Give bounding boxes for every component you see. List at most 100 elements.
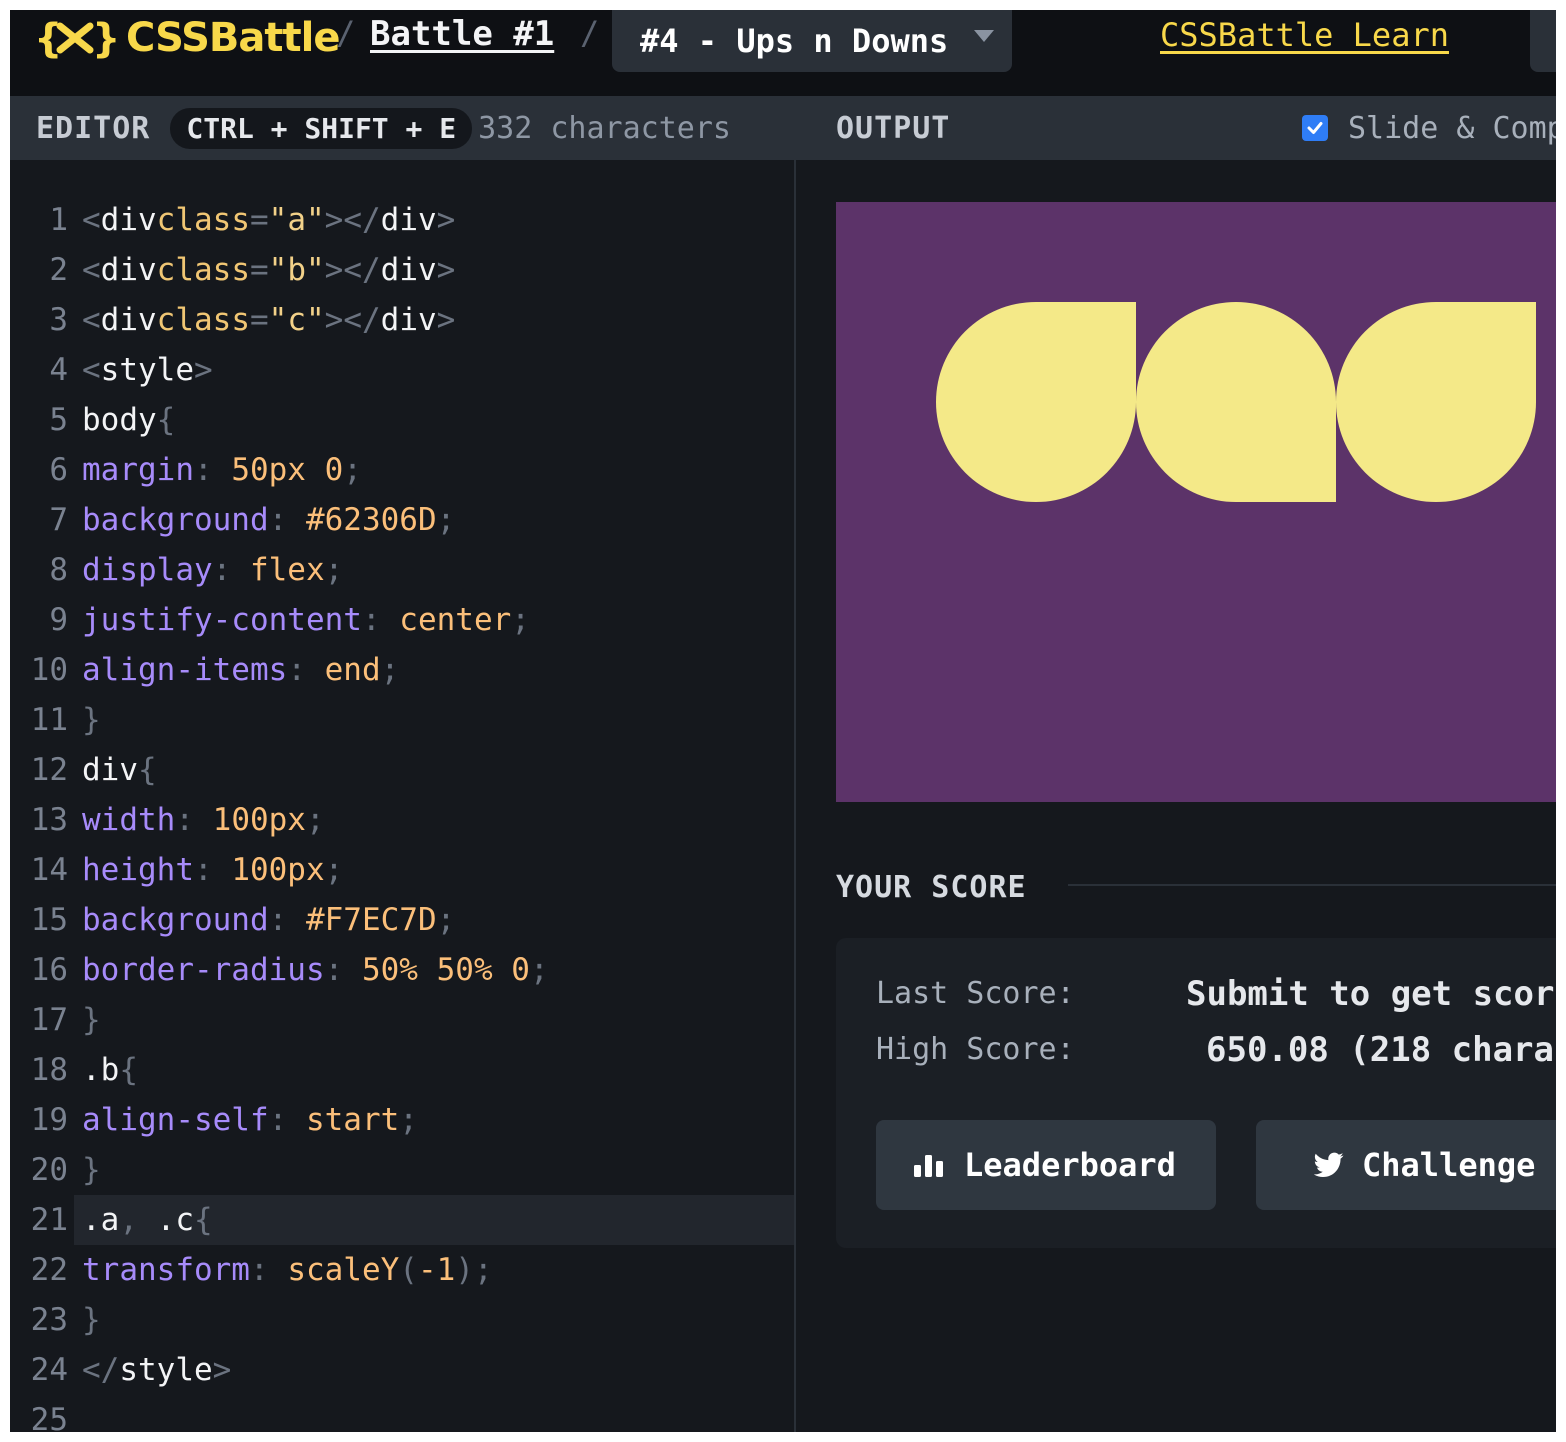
code-line[interactable]: 12 div {: [10, 745, 794, 795]
learn-link[interactable]: CSSBattle Learn: [1160, 16, 1449, 54]
output-shape-c: [1336, 302, 1536, 502]
checkmark-icon: [1307, 122, 1323, 134]
line-code: display: flex;: [82, 552, 344, 588]
line-number: 9: [49, 602, 68, 638]
bar-chart-icon: [914, 1155, 943, 1177]
line-code: align-self: start;: [82, 1102, 418, 1138]
line-code: </style >: [82, 1352, 232, 1388]
top-bar: { } CSSBattle / Battle #1 / #4 - Ups n D…: [10, 10, 1556, 96]
last-score-label: Last Score:: [876, 976, 1075, 1011]
score-card: Last Score: Submit to get score High Sco…: [836, 938, 1556, 1248]
code-line[interactable]: 5 body {: [10, 395, 794, 445]
code-line[interactable]: 19 align-self: start;: [10, 1095, 794, 1145]
code-line[interactable]: 14 height: 100px;: [10, 845, 794, 895]
line-code: background: #F7EC7D;: [82, 902, 456, 938]
line-number: 5: [49, 402, 68, 438]
code-line[interactable]: 25: [10, 1395, 794, 1432]
line-number: 22: [30, 1252, 68, 1288]
code-line[interactable]: 4 < style >: [10, 345, 794, 395]
code-line[interactable]: 1 < div class = "a" > </div >: [10, 195, 794, 245]
slide-compare-toggle[interactable]: Slide & Compare: [1302, 96, 1556, 160]
line-number: 3: [49, 302, 68, 338]
code-line[interactable]: 20}: [10, 1145, 794, 1195]
character-count: 332 characters: [478, 110, 731, 146]
code-line[interactable]: 7 background: #62306D;: [10, 495, 794, 545]
app-window: { } CSSBattle / Battle #1 / #4 - Ups n D…: [10, 10, 1556, 1432]
line-code: < div class = "b" > </div >: [82, 252, 456, 288]
code-line[interactable]: 2 < div class = "b" > </div >: [10, 245, 794, 295]
line-number: 21: [30, 1202, 68, 1238]
challenge-button-label: Challenge: [1362, 1146, 1536, 1184]
code-line[interactable]: 6 margin: 50px 0;: [10, 445, 794, 495]
leaderboard-button[interactable]: Leaderboard: [876, 1120, 1216, 1210]
cssbattle-logo-icon: { }: [34, 16, 116, 60]
editor-title: EDITOR: [36, 110, 151, 146]
output-shape-b: [1136, 302, 1336, 502]
code-line[interactable]: 17}: [10, 995, 794, 1045]
slide-compare-checkbox[interactable]: [1302, 115, 1328, 141]
code-line[interactable]: 15 background: #F7EC7D;: [10, 895, 794, 945]
line-number: 24: [30, 1352, 68, 1388]
editor-header: EDITOR CTRL + SHIFT + E 332 characters: [10, 96, 794, 160]
code-line[interactable]: 24 </style >: [10, 1345, 794, 1395]
code-editor[interactable]: 1 < div class = "a" > </div > 2 < div class = "b" > </…: [10, 160, 794, 1432]
line-code: width: 100px;: [82, 802, 325, 838]
pane-divider[interactable]: [794, 96, 796, 1432]
leaderboard-button-label: Leaderboard: [964, 1146, 1176, 1184]
line-number: 16: [30, 952, 68, 988]
line-code: < div class = "a" > </div >: [82, 202, 456, 238]
twitter-icon: [1314, 1152, 1344, 1177]
breadcrumb-separator: /: [580, 14, 600, 52]
code-line[interactable]: 11}: [10, 695, 794, 745]
line-code: justify-content: center;: [82, 602, 530, 638]
svg-text:}: }: [92, 16, 116, 60]
editor-shortcut-badge: CTRL + SHIFT + E: [170, 107, 473, 149]
line-code: transform: scaleY(-1);: [82, 1252, 493, 1288]
code-line[interactable]: 9 justify-content: center;: [10, 595, 794, 645]
line-number: 6: [49, 452, 68, 488]
line-code: background: #62306D;: [82, 502, 456, 538]
code-line[interactable]: 23}: [10, 1295, 794, 1345]
line-code: < div class = "c" > </div >: [82, 302, 456, 338]
line-number: 13: [30, 802, 68, 838]
code-line[interactable]: 16 border-radius: 50% 50% 0;: [10, 945, 794, 995]
output-preview[interactable]: [836, 202, 1556, 802]
line-code: .a, .c {: [74, 1195, 794, 1245]
brand-name: CSSBattle: [126, 15, 340, 61]
target-select-dropdown[interactable]: #4 - Ups n Downs: [612, 10, 1012, 72]
line-code: div {: [82, 752, 157, 788]
code-line[interactable]: 3 < div class = "c" > </div >: [10, 295, 794, 345]
line-number: 18: [30, 1052, 68, 1088]
battle-link[interactable]: Battle #1: [370, 14, 554, 54]
line-number: 20: [30, 1152, 68, 1188]
line-code: }: [82, 702, 101, 738]
menu-button[interactable]: [1530, 10, 1556, 72]
line-number: 15: [30, 902, 68, 938]
code-line[interactable]: 13 width: 100px;: [10, 795, 794, 845]
challenge-button[interactable]: Challenge: [1256, 1120, 1556, 1210]
line-number: 19: [30, 1102, 68, 1138]
line-number: 1: [49, 202, 68, 238]
brand-logo[interactable]: { } CSSBattle: [34, 10, 340, 66]
line-code: body {: [82, 402, 176, 438]
score-section-title: YOUR SCORE: [836, 870, 1027, 905]
line-code: < style >: [82, 352, 213, 388]
line-number: 10: [30, 652, 68, 688]
chevron-down-icon: [974, 30, 994, 42]
line-code: height: 100px;: [82, 852, 344, 888]
code-line[interactable]: 8 display: flex;: [10, 545, 794, 595]
slide-compare-label: Slide & Compare: [1348, 110, 1556, 146]
code-line[interactable]: 10 align-items: end;: [10, 645, 794, 695]
line-number: 17: [30, 1002, 68, 1038]
score-divider: [1068, 884, 1556, 886]
code-line[interactable]: 21 .a, .c {: [10, 1195, 794, 1245]
line-code: margin: 50px 0;: [82, 452, 362, 488]
code-line[interactable]: 22 transform: scaleY(-1);: [10, 1245, 794, 1295]
line-number: 7: [49, 502, 68, 538]
output-header: OUTPUT Slide & Compare: [796, 96, 1556, 160]
code-line[interactable]: 18 .b {: [10, 1045, 794, 1095]
svg-text:{: {: [34, 16, 61, 60]
target-select-label: #4 - Ups n Downs: [640, 22, 949, 60]
line-number: 25: [30, 1402, 68, 1432]
